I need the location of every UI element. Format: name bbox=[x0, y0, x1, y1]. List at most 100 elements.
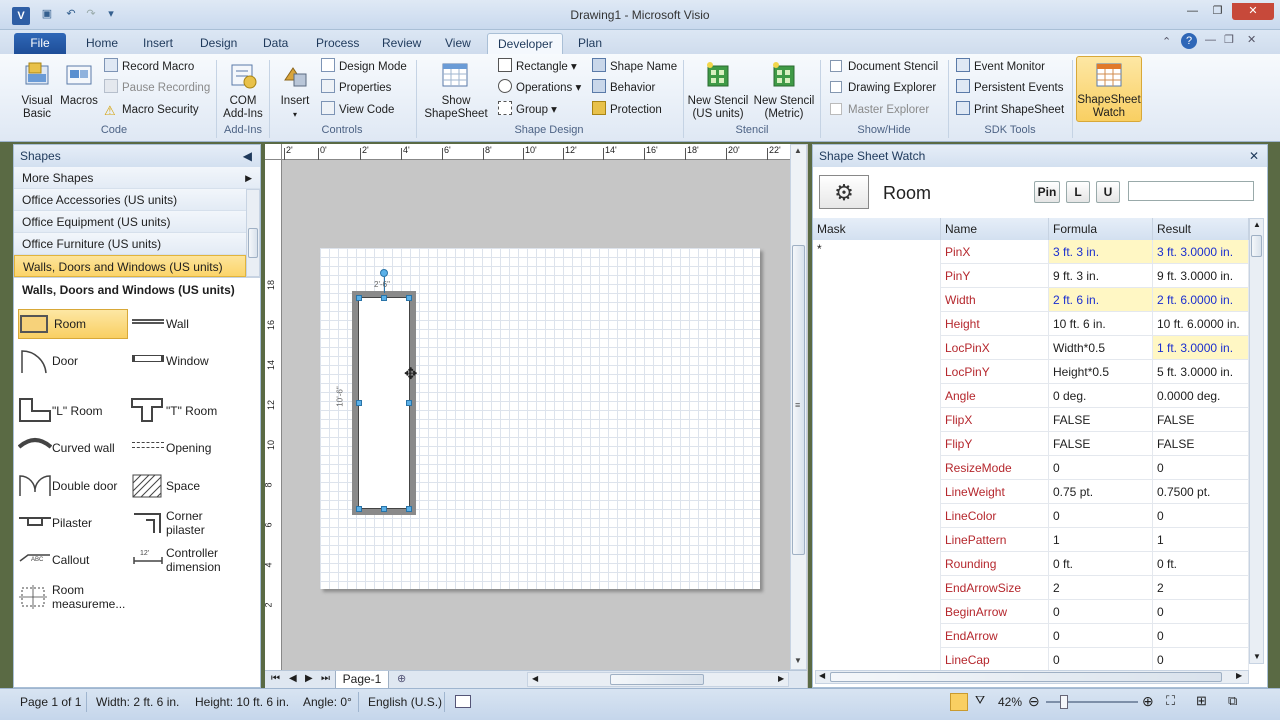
column-mask[interactable]: Mask bbox=[813, 218, 941, 240]
canvas-vertical-scrollbar[interactable]: ▲ ≡ ▼ bbox=[790, 144, 807, 670]
restore-button[interactable]: ❐ bbox=[1205, 3, 1230, 20]
watch-horizontal-scrollbar[interactable]: ◀ ▶ bbox=[815, 670, 1249, 684]
stencil-office-equipment[interactable]: Office Equipment (US units) bbox=[14, 211, 246, 233]
cell-name[interactable]: EndArrow bbox=[941, 624, 1049, 648]
last-page-icon[interactable]: ⏭ bbox=[321, 673, 330, 684]
cell-formula[interactable]: 2 bbox=[1049, 576, 1153, 600]
master-t-room[interactable]: "T" Room bbox=[166, 404, 217, 418]
cell-name[interactable]: LineCap bbox=[941, 648, 1049, 672]
cell-result[interactable]: 0 bbox=[1153, 600, 1249, 624]
operations-button[interactable]: Operations ▾ bbox=[498, 78, 581, 98]
prev-page-icon[interactable]: ◀ bbox=[289, 673, 297, 684]
column-name[interactable]: Name bbox=[941, 218, 1049, 240]
switch-windows-icon[interactable]: ⧉ bbox=[1228, 693, 1237, 709]
master-opening[interactable]: Opening bbox=[166, 441, 211, 455]
pan-zoom-icon[interactable]: ⊞ bbox=[1196, 693, 1207, 709]
cell-result[interactable]: 1 ft. 3.0000 in. bbox=[1153, 336, 1249, 360]
gear-icon[interactable]: ⚙ bbox=[819, 175, 869, 209]
zoom-in-icon[interactable]: ⊕ bbox=[1142, 693, 1154, 710]
table-row[interactable]: FlipX FALSE FALSE bbox=[941, 408, 1249, 432]
cell-result[interactable]: 2 bbox=[1153, 576, 1249, 600]
column-result[interactable]: Result bbox=[1153, 218, 1249, 240]
drawing-explorer-checkbox[interactable]: Drawing Explorer bbox=[830, 78, 936, 98]
status-language[interactable]: English (U.S.) bbox=[368, 693, 442, 711]
document-stencil-checkbox[interactable]: Document Stencil bbox=[830, 57, 938, 77]
scroll-up-icon[interactable]: ▲ bbox=[1253, 220, 1261, 229]
properties-button[interactable]: Properties bbox=[321, 78, 391, 98]
canvas-horizontal-scrollbar[interactable]: ◀ ▶ bbox=[527, 672, 789, 687]
scroll-left-icon[interactable]: ◀ bbox=[532, 674, 538, 683]
full-screen-icon[interactable] bbox=[950, 693, 968, 711]
tab-home[interactable]: Home bbox=[76, 33, 128, 54]
selection-handle[interactable] bbox=[356, 295, 362, 301]
macro-record-icon[interactable] bbox=[455, 695, 471, 708]
ribbon-close-icon[interactable]: ✕ bbox=[1247, 33, 1256, 46]
new-stencil-metric-button[interactable]: New Stencil (Metric) bbox=[752, 60, 816, 121]
cell-formula[interactable]: 2 ft. 6 in. bbox=[1049, 288, 1153, 312]
help-icon[interactable]: ? bbox=[1181, 33, 1197, 49]
selection-handle[interactable] bbox=[356, 506, 362, 512]
first-page-icon[interactable]: ⏮ bbox=[271, 673, 280, 684]
behavior-button[interactable]: Behavior bbox=[592, 78, 655, 98]
more-shapes-button[interactable]: More Shapes ▶ bbox=[14, 167, 260, 189]
cell-formula[interactable]: 0 deg. bbox=[1049, 384, 1153, 408]
show-shapesheet-button[interactable]: Show ShapeSheet bbox=[420, 60, 492, 121]
new-stencil-us-button[interactable]: New Stencil (US units) bbox=[686, 60, 750, 121]
event-monitor-button[interactable]: Event Monitor bbox=[956, 57, 1045, 77]
cell-result[interactable]: 10 ft. 6.0000 in. bbox=[1153, 312, 1249, 336]
view-code-button[interactable]: View Code bbox=[321, 100, 394, 120]
cell-formula[interactable]: FALSE bbox=[1049, 432, 1153, 456]
table-row[interactable]: LineColor 0 0 bbox=[941, 504, 1249, 528]
master-wall[interactable]: Wall bbox=[166, 317, 189, 331]
cell-name[interactable]: LineWeight bbox=[941, 480, 1049, 504]
master-curved-wall[interactable]: Curved wall bbox=[52, 441, 115, 455]
master-controller-dimension[interactable]: Controller dimension bbox=[166, 546, 221, 574]
master-door[interactable]: Door bbox=[52, 354, 78, 368]
cell-formula[interactable]: 0 bbox=[1049, 504, 1153, 528]
cell-name[interactable]: LocPinY bbox=[941, 360, 1049, 384]
master-callout[interactable]: Callout bbox=[52, 553, 89, 567]
selection-handle[interactable] bbox=[406, 400, 412, 406]
shapesheet-watch-button[interactable]: ShapeSheet Watch bbox=[1076, 56, 1142, 122]
cell-name[interactable]: Width bbox=[941, 288, 1049, 312]
table-row[interactable]: LineCap 0 0 bbox=[941, 648, 1249, 672]
scroll-thumb[interactable] bbox=[248, 228, 258, 258]
tab-plan[interactable]: Plan bbox=[568, 33, 612, 54]
cell-name[interactable]: ResizeMode bbox=[941, 456, 1049, 480]
scroll-down-icon[interactable]: ▼ bbox=[794, 656, 802, 665]
scroll-thumb[interactable] bbox=[1251, 235, 1262, 257]
design-mode-button[interactable]: Design Mode bbox=[321, 57, 407, 77]
persistent-events-button[interactable]: Persistent Events bbox=[956, 78, 1063, 98]
cell-result[interactable]: 1 bbox=[1153, 528, 1249, 552]
cell-result[interactable]: FALSE bbox=[1153, 408, 1249, 432]
table-row[interactable]: EndArrowSize 2 2 bbox=[941, 576, 1249, 600]
tab-developer[interactable]: Developer bbox=[487, 33, 563, 54]
cell-formula[interactable]: 1 bbox=[1049, 528, 1153, 552]
selection-handle[interactable] bbox=[356, 400, 362, 406]
cell-formula[interactable]: 0 bbox=[1049, 648, 1153, 672]
stencil-office-accessories[interactable]: Office Accessories (US units) bbox=[14, 189, 246, 211]
cell-formula[interactable]: 0 ft. bbox=[1049, 552, 1153, 576]
cell-name[interactable]: FlipX bbox=[941, 408, 1049, 432]
fit-page-icon[interactable]: ⛶ bbox=[1166, 693, 1175, 709]
tab-insert[interactable]: Insert bbox=[133, 33, 183, 54]
cell-formula[interactable]: 0 bbox=[1049, 456, 1153, 480]
cell-formula[interactable]: 10 ft. 6 in. bbox=[1049, 312, 1153, 336]
cell-result[interactable]: 0 bbox=[1153, 504, 1249, 528]
table-row[interactable]: LocPinY Height*0.5 5 ft. 3.0000 in. bbox=[941, 360, 1249, 384]
table-row[interactable]: Angle 0 deg. 0.0000 deg. bbox=[941, 384, 1249, 408]
insert-control-button[interactable]: Insert ▾ bbox=[276, 60, 314, 121]
cell-name[interactable]: BeginArrow bbox=[941, 600, 1049, 624]
scroll-down-icon[interactable]: ▼ bbox=[1253, 652, 1261, 661]
cell-result[interactable]: 0 ft. bbox=[1153, 552, 1249, 576]
minimize-button[interactable]: — bbox=[1180, 3, 1205, 20]
scroll-up-icon[interactable]: ▲ bbox=[794, 146, 802, 155]
mask-value[interactable]: * bbox=[813, 240, 940, 258]
table-row[interactable]: Width 2 ft. 6 in. 2 ft. 6.0000 in. bbox=[941, 288, 1249, 312]
table-row[interactable]: Rounding 0 ft. 0 ft. bbox=[941, 552, 1249, 576]
scroll-left-icon[interactable]: ◀ bbox=[819, 671, 825, 680]
cell-name[interactable]: LocPinX bbox=[941, 336, 1049, 360]
cell-name[interactable]: LinePattern bbox=[941, 528, 1049, 552]
collapse-left-icon[interactable]: ◀ bbox=[243, 145, 252, 167]
master-space[interactable]: Space bbox=[166, 479, 200, 493]
